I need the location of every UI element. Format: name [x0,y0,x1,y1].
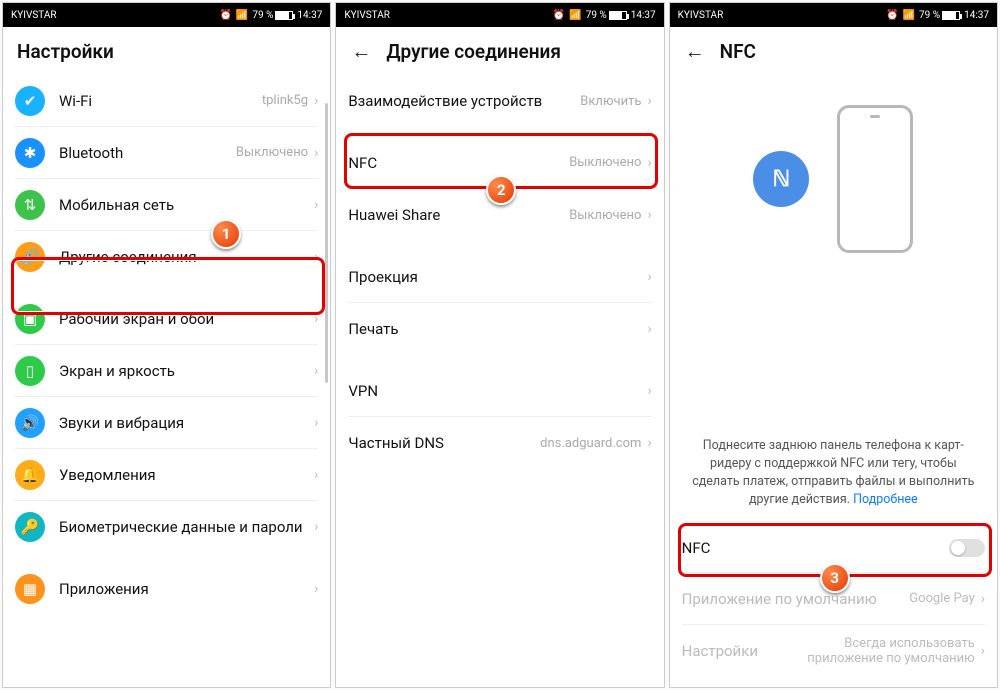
item-display[interactable]: ▯Экран и яркость› [15,345,318,397]
battery-icon [609,11,627,20]
nfc-toggle[interactable] [949,539,985,557]
chevron-right-icon: › [314,581,318,597]
battery-icon [275,11,293,20]
back-button[interactable]: ← [350,39,372,64]
alarm-icon: ⏰ [886,10,898,21]
scrollbar[interactable] [325,103,328,383]
back-button[interactable]: ← [684,39,706,64]
item-default-app: Приложение по умолчаниюGoogle Pay› [682,573,985,625]
item-private-dns[interactable]: Частный DNSdns.adguard.com› [348,417,651,469]
chevron-right-icon: › [314,467,318,483]
battery-icon [942,11,960,20]
nfc-description: Поднесите заднюю панель телефона к карт-… [682,429,985,524]
nfc-illustration: ℕ [682,75,985,273]
item-biometric[interactable]: 🔑Биометрические данные и пароли› [15,501,318,553]
key-icon: 🔑 [15,512,45,542]
status-bar: KYIVSTAR ⏰ 📶 79 % 14:37 [336,3,663,27]
item-apps[interactable]: ▦Приложения› [15,563,318,615]
page-title: Настройки [3,27,330,75]
chevron-right-icon: › [314,519,318,535]
signal-icon: 📶 [569,10,581,21]
page-title: NFC [720,40,756,63]
item-bluetooth[interactable]: ✱BluetoothВыключено› [15,127,318,179]
item-projection[interactable]: Проекция› [348,251,651,303]
bell-icon: 🔔 [15,460,45,490]
signal-icon: 📶 [236,10,248,21]
item-sound[interactable]: 🔊Звуки и вибрация› [15,397,318,449]
status-bar: KYIVSTAR ⏰ 📶 79 % 14:37 [3,3,330,27]
item-homescreen[interactable]: ▣Рабочий экран и обои› [15,293,318,345]
status-bar: KYIVSTAR ⏰ 📶 79 % 14:37 [670,3,997,27]
apps-icon: ▦ [15,574,45,604]
screen-nfc: KYIVSTAR ⏰ 📶 79 % 14:37 ← NFC ℕ Поднесите… [669,2,998,688]
carrier: KYIVSTAR [344,10,390,21]
nfc-logo-icon: ℕ [753,151,809,207]
image-icon: ▣ [15,304,45,334]
chevron-right-icon: › [314,415,318,431]
bluetooth-icon: ✱ [15,138,45,168]
alarm-icon: ⏰ [553,10,565,21]
chevron-right-icon: › [647,383,651,399]
chevron-right-icon: › [981,643,985,659]
chevron-right-icon: › [647,155,651,171]
chevron-right-icon: › [647,207,651,223]
chevron-right-icon: › [314,363,318,379]
item-other-connections[interactable]: 🔗Другие соединения› [15,231,318,283]
clock: 14:37 [297,10,322,21]
item-wifi[interactable]: ✔Wi-Fitplink5g› [15,75,318,127]
phone-outline-icon [837,105,913,253]
link-icon: 🔗 [15,242,45,272]
item-huawei-share[interactable]: Huawei ShareВыключено› [348,189,651,241]
chevron-right-icon: › [314,145,318,161]
item-nfc-settings: НастройкиВсегда использовать приложение … [682,625,985,677]
chevron-right-icon: › [314,249,318,265]
screen-other-connections: KYIVSTAR ⏰ 📶 79 % 14:37 ← Другие соединен… [335,2,664,688]
clock: 14:37 [631,10,656,21]
chevron-right-icon: › [314,93,318,109]
wifi-icon: ✔ [15,86,45,116]
alarm-icon: ⏰ [219,10,231,21]
chevron-right-icon: › [647,269,651,285]
item-nfc[interactable]: NFCВыключено› [348,137,651,189]
sound-icon: 🔊 [15,408,45,438]
chevron-right-icon: › [314,311,318,327]
item-print[interactable]: Печать› [348,303,651,355]
item-vpn[interactable]: VPN› [348,365,651,417]
nfc-toggle-row[interactable]: NFC [682,523,985,573]
carrier: KYIVSTAR [11,10,57,21]
chevron-right-icon: › [647,435,651,451]
link-more[interactable]: Подробнее [853,492,918,507]
chevron-right-icon: › [647,93,651,109]
item-notifications[interactable]: 🔔Уведомления› [15,449,318,501]
chevron-right-icon: › [314,197,318,213]
display-icon: ▯ [15,356,45,386]
chevron-right-icon: › [981,591,985,607]
screen-settings: KYIVSTAR ⏰ 📶 79 % 14:37 Настройки ✔Wi-Fi… [2,2,331,688]
carrier: KYIVSTAR [678,10,724,21]
item-mobile[interactable]: ⇅Мобильная сеть› [15,179,318,231]
clock: 14:37 [964,10,989,21]
mobile-icon: ⇅ [15,190,45,220]
item-device-interaction[interactable]: Взаимодействие устройствВключить› [348,75,651,127]
page-title: Другие соединения [386,40,561,63]
chevron-right-icon: › [647,321,651,337]
signal-icon: 📶 [903,10,915,21]
